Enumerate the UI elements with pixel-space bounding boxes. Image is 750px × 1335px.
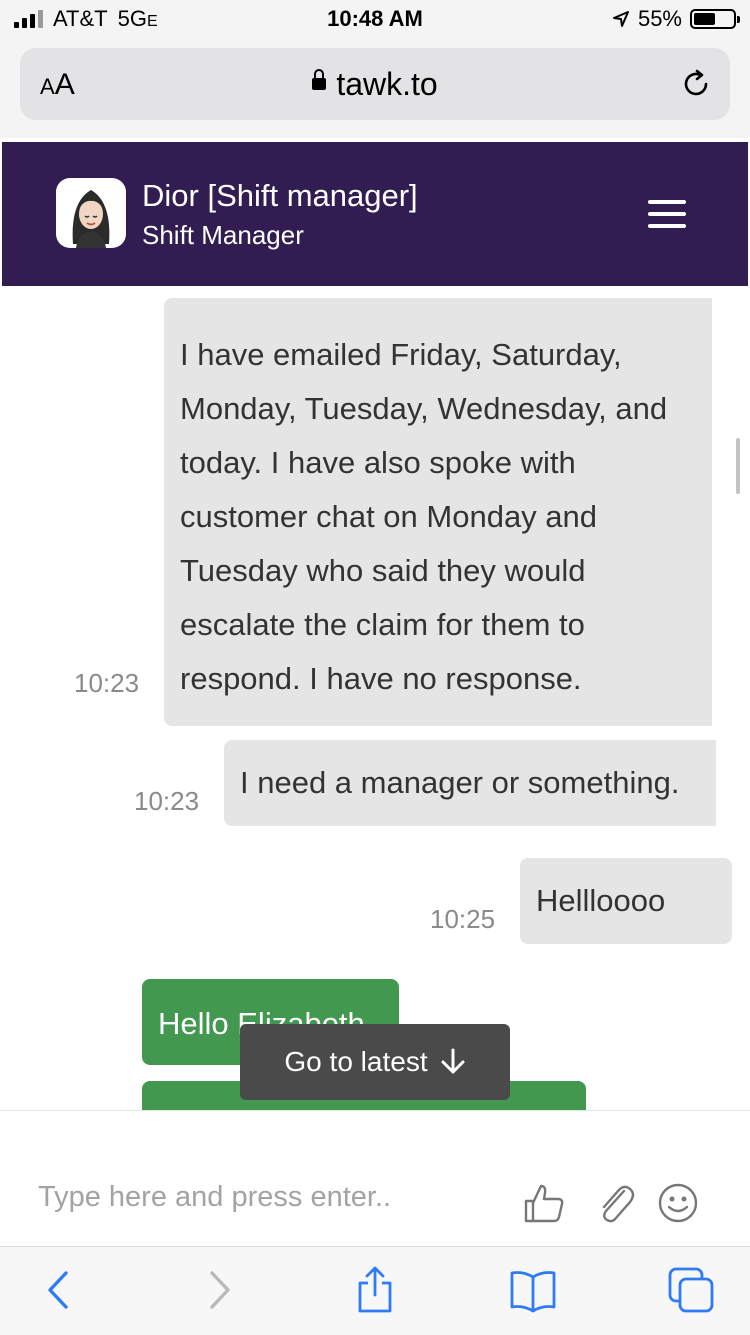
status-right: 55% — [612, 6, 740, 32]
composer — [0, 1110, 750, 1247]
browser-toolbar — [0, 1246, 750, 1335]
message-time: 10:25 — [430, 904, 496, 934]
menu-icon[interactable] — [648, 200, 686, 228]
thumbs-up-icon[interactable] — [522, 1181, 566, 1225]
bookmarks-icon[interactable] — [508, 1265, 558, 1315]
chat-header: Dior [Shift manager] Shift Manager — [2, 142, 748, 286]
status-bar: AT&T 5GE 10:48 AM 55% — [0, 0, 750, 40]
forward-icon[interactable] — [194, 1265, 244, 1315]
message-bubble: I have emailed Friday, Saturday, Monday,… — [164, 298, 712, 726]
domain-label: tawk.to — [336, 66, 438, 102]
url-display[interactable]: tawk.to — [20, 66, 730, 103]
message-text: Hellloooo — [536, 883, 666, 918]
message-text: I need a manager or something. — [240, 765, 680, 800]
tabs-icon[interactable] — [666, 1265, 716, 1315]
paperclip-icon[interactable] — [594, 1181, 638, 1225]
reload-icon[interactable] — [680, 68, 712, 100]
lock-icon — [312, 68, 327, 90]
scrollbar[interactable] — [736, 438, 740, 494]
go-to-latest-button[interactable]: Go to latest — [240, 1024, 510, 1100]
location-arrow-icon — [612, 11, 629, 27]
avatar-illustration — [72, 190, 110, 248]
agent-role: Shift Manager — [142, 220, 304, 250]
address-bar[interactable]: AA tawk.to — [20, 48, 730, 120]
back-icon[interactable] — [34, 1265, 84, 1315]
agent-name: Dior [Shift manager] — [142, 178, 418, 213]
go-to-latest-label: Go to latest — [284, 1046, 428, 1077]
arrow-down-icon — [441, 1048, 465, 1074]
message-time: 10:23 — [134, 786, 200, 816]
battery-icon — [690, 9, 740, 29]
emoji-icon[interactable] — [656, 1181, 700, 1225]
battery-percent: 55% — [637, 6, 682, 31]
agent-avatar — [56, 178, 126, 248]
share-icon[interactable] — [350, 1265, 400, 1315]
message-bubble: I need a manager or something. — [224, 740, 716, 826]
message-bubble: Hellloooo — [520, 858, 732, 944]
message-text: I have emailed Friday, Saturday, Monday,… — [180, 337, 668, 696]
message-time: 10:23 — [74, 668, 140, 698]
message-input[interactable] — [38, 1181, 498, 1214]
message-list[interactable]: I have emailed Friday, Saturday, Monday,… — [0, 286, 750, 1110]
